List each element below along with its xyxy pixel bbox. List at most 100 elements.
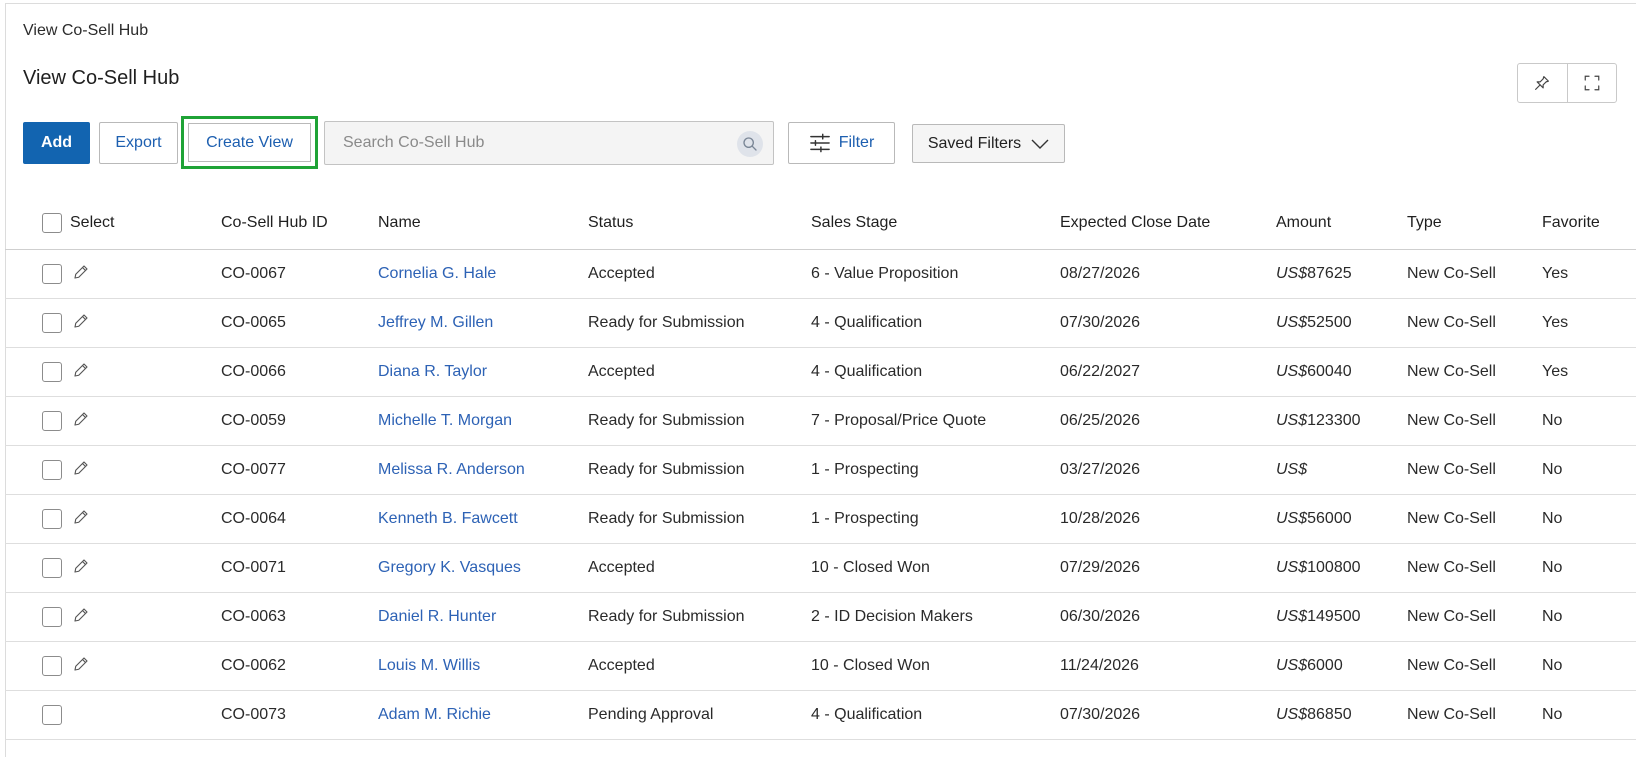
status-cell: Pending Approval [588,690,811,740]
favorite-cell: No [1542,592,1636,642]
currency-label: US$ [1276,510,1308,527]
row-checkbox[interactable] [42,362,62,382]
export-button[interactable]: Export [99,122,178,164]
amount-cell: US$56000 [1276,494,1407,544]
stage-cell: 2 - ID Decision Makers [811,592,1060,642]
table-row: CO-0077 Melissa R. Anderson Ready for Subm… [5,445,1636,495]
pencil-icon[interactable] [72,459,90,482]
saved-filters-dropdown[interactable]: Saved Filters [912,124,1065,163]
pencil-icon[interactable] [72,557,90,580]
name-link[interactable]: Jeffrey M. Gillen [378,314,493,331]
amount-cell: US$87625 [1276,249,1407,299]
amount-value: 100800 [1307,559,1361,576]
select-cell [5,249,221,299]
pencil-icon[interactable] [72,312,90,335]
row-checkbox[interactable] [42,411,62,431]
expand-button[interactable] [1566,64,1617,102]
filter-label: Filter [838,134,875,151]
amount-cell: US$60040 [1276,347,1407,397]
table-row: CO-0071 Gregory K. Vasques Accepted 10 - Cl… [5,543,1636,593]
name-column-header[interactable]: Name [378,196,588,250]
name-cell: Michelle T. Morgan [378,396,588,446]
table-row: CO-0065 Jeffrey M. Gillen Ready for Submis… [5,298,1636,348]
pencil-icon[interactable] [72,410,90,433]
status-column-header[interactable]: Status [588,196,811,250]
favorite-cell: No [1542,445,1636,495]
close-date-cell: 07/30/2026 [1060,298,1276,348]
name-link[interactable]: Melissa R. Anderson [378,461,525,478]
currency-label: US$ [1276,363,1308,380]
select-all-checkbox[interactable] [42,212,62,233]
create-view-button[interactable]: Create View [181,116,318,169]
name-link[interactable]: Diana R. Taylor [378,363,487,380]
pencil-icon[interactable] [72,508,90,531]
row-checkbox[interactable] [42,705,62,725]
amount-value: 123300 [1307,412,1361,429]
favorite-cell: No [1542,396,1636,446]
pin-button[interactable] [1518,64,1567,102]
row-checkbox[interactable] [42,264,62,284]
close-date-column-header[interactable]: Expected Close Date [1060,196,1276,250]
amount-value: 6000 [1307,657,1343,674]
id-cell: CO-0063 [221,592,378,642]
add-button[interactable]: Add [23,122,90,164]
row-checkbox[interactable] [42,607,62,627]
saved-filters-label: Saved Filters [927,134,1022,152]
amount-cell: US$149500 [1276,592,1407,642]
pencil-icon[interactable] [72,655,90,678]
name-cell: Gregory K. Vasques [378,543,588,593]
favorite-cell: No [1542,641,1636,691]
filter-button[interactable]: Filter [788,122,895,164]
pencil-icon[interactable] [72,263,90,286]
page-title: View Co-Sell Hub [23,67,180,89]
favorite-cell: Yes [1542,347,1636,397]
name-link[interactable]: Kenneth B. Fawcett [378,510,518,527]
row-checkbox[interactable] [42,558,62,578]
status-cell: Ready for Submission [588,494,811,544]
select-cell [5,641,221,691]
pin-icon [1535,76,1550,90]
stage-column-header[interactable]: Sales Stage [811,196,1060,250]
name-link[interactable]: Daniel R. Hunter [378,608,496,625]
currency-label: US$ [1276,608,1308,625]
id-cell: CO-0073 [221,690,378,740]
name-link[interactable]: Louis M. Willis [378,657,480,674]
table-header-row: Select Co-Sell Hub ID Name Status Sales … [5,196,1636,250]
row-checkbox[interactable] [42,313,62,333]
select-cell [5,347,221,397]
favorite-column-header[interactable]: Favorite [1542,196,1636,250]
pencil-icon[interactable] [72,361,90,384]
close-date-cell: 06/25/2026 [1060,396,1276,446]
type-cell: New Co-Sell [1407,298,1542,348]
search-icon[interactable] [737,131,763,157]
name-link[interactable]: Gregory K. Vasques [378,559,521,576]
pencil-icon[interactable] [72,606,90,629]
search-input[interactable] [325,122,733,164]
type-cell: New Co-Sell [1407,396,1542,446]
close-date-cell: 07/29/2026 [1060,543,1276,593]
name-link[interactable]: Michelle T. Morgan [378,412,512,429]
stage-cell: 4 - Qualification [811,690,1060,740]
currency-label: US$ [1276,265,1308,282]
currency-label: US$ [1276,657,1308,674]
row-checkbox[interactable] [42,509,62,529]
stage-cell: 10 - Closed Won [811,641,1060,691]
amount-cell: US$6000 [1276,641,1407,691]
status-cell: Ready for Submission [588,592,811,642]
currency-label: US$ [1276,559,1308,576]
type-column-header[interactable]: Type [1407,196,1542,250]
amount-cell: US$52500 [1276,298,1407,348]
status-cell: Accepted [588,347,811,397]
expand-icon [1584,75,1600,91]
amount-value: 52500 [1307,314,1352,331]
amount-column-header[interactable]: Amount [1276,196,1407,250]
id-column-header[interactable]: Co-Sell Hub ID [221,196,378,250]
breadcrumb: View Co-Sell Hub [23,22,149,39]
row-checkbox[interactable] [42,460,62,480]
row-checkbox[interactable] [42,656,62,676]
name-link[interactable]: Adam M. Richie [378,706,491,723]
currency-label: US$ [1276,461,1308,478]
id-cell: CO-0062 [221,641,378,691]
stage-cell: 1 - Prospecting [811,494,1060,544]
name-link[interactable]: Cornelia G. Hale [378,265,496,282]
